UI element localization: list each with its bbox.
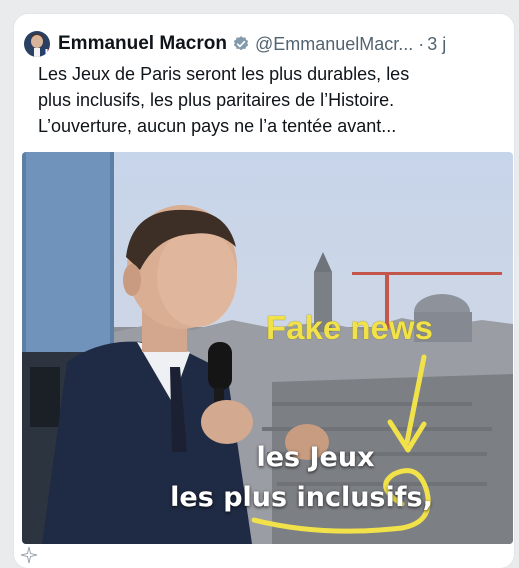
tweet-text-line: L’ouverture, aucun pays ne l’a tentée av… xyxy=(38,116,397,136)
tweet-timestamp[interactable]: 3 j xyxy=(427,34,446,55)
tweet-text-line: Les Jeux de Paris seront les plus durabl… xyxy=(38,64,410,84)
verified-badge-icon xyxy=(233,36,249,51)
tweet-text-line: plus inclusifs, les plus paritaires de l… xyxy=(38,90,395,110)
tweet-media-video[interactable]: Fake news les Jeux les plus inclusifs, xyxy=(22,152,513,544)
tweet-header: Emmanuel Macron @EmmanuelMacr... · 3 j xyxy=(24,30,507,58)
video-caption-line-1: les Jeux xyxy=(256,442,375,473)
tweet-text: Les Jeux de Paris seront les plus durabl… xyxy=(38,61,508,139)
author-handle[interactable]: @EmmanuelMacr... xyxy=(255,34,413,55)
video-caption-line-2: les plus inclusifs, xyxy=(170,482,433,513)
separator-dot: · xyxy=(418,33,425,54)
author-name[interactable]: Emmanuel Macron xyxy=(58,33,227,55)
author-avatar[interactable] xyxy=(24,31,50,57)
sparkle-icon[interactable] xyxy=(20,546,38,564)
fake-news-annotation: Fake news xyxy=(266,309,433,346)
